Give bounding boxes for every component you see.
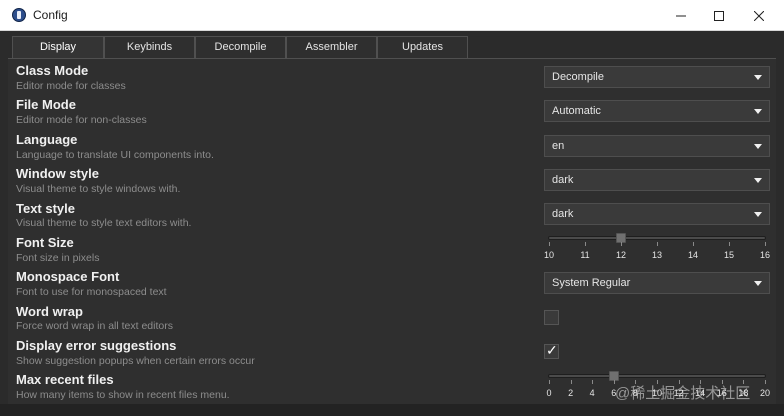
file-mode-value: Automatic <box>552 105 601 117</box>
language-value: en <box>552 140 565 152</box>
slider-tick-label: 0 <box>546 388 552 398</box>
slider-tick-label: 15 <box>723 250 735 260</box>
slider-tick-label: 16 <box>759 250 771 260</box>
slider-tick-label: 11 <box>580 250 590 260</box>
watermark: @稀土掘金技术社区 <box>615 385 751 402</box>
word-wrap-title: Word wrap <box>16 304 83 319</box>
error-suggestions-checkbox[interactable]: ✓ <box>544 342 559 359</box>
slider-tick-label: 20 <box>759 388 771 398</box>
slider-tick <box>693 242 694 246</box>
slider-tick <box>729 242 730 246</box>
window-style-desc: Visual theme to style windows with. <box>16 183 181 195</box>
max-recent-slider[interactable] <box>548 374 766 378</box>
language-desc: Language to translate UI components into… <box>16 149 214 161</box>
minimize-icon <box>676 15 686 16</box>
slider-tick <box>549 380 550 384</box>
slider-tick <box>657 242 658 246</box>
close-icon <box>754 10 764 21</box>
slider-tick-label: 14 <box>687 250 699 260</box>
font-size-desc: Font size in pixels <box>16 252 100 264</box>
slider-tick <box>585 242 586 246</box>
mono-font-desc: Font to use for monospaced text <box>16 286 167 298</box>
slider-tick <box>592 380 594 384</box>
file-mode-dropdown[interactable]: Automatic <box>544 100 770 122</box>
text-style-dropdown[interactable]: dark <box>544 203 770 225</box>
title-bar: Config <box>0 0 784 31</box>
text-style-desc: Visual theme to style text editors with. <box>16 217 192 229</box>
close-button[interactable] <box>736 0 782 31</box>
slider-tick <box>621 242 622 246</box>
error-suggestions-desc: Show suggestion popups when certain erro… <box>16 355 255 367</box>
tab-keybinds[interactable]: Keybinds <box>104 36 195 58</box>
chevron-down-icon <box>754 212 762 217</box>
chevron-down-icon <box>754 109 762 114</box>
window-style-title: Window style <box>16 166 99 181</box>
text-style-title: Text style <box>16 201 76 216</box>
window-title: Config <box>33 8 68 22</box>
word-wrap-checkbox[interactable] <box>544 310 559 325</box>
taskbar-strip <box>0 404 784 416</box>
tab-display[interactable]: Display <box>12 36 104 58</box>
class-mode-title: Class Mode <box>16 63 89 78</box>
chevron-down-icon <box>754 144 762 149</box>
file-mode-title: File Mode <box>16 97 76 112</box>
slider-tick-label: 10 <box>543 250 555 260</box>
mono-font-dropdown[interactable]: System Regular <box>544 272 770 294</box>
error-suggestions-title: Display error suggestions <box>16 338 177 353</box>
slider-tick-label: 13 <box>651 250 663 260</box>
mono-font-value: System Regular <box>552 277 631 289</box>
max-recent-desc: How many items to show in recent files m… <box>16 389 230 401</box>
chevron-down-icon <box>754 178 762 183</box>
font-size-slider[interactable] <box>548 236 766 240</box>
slider-tick <box>765 242 766 246</box>
window-style-dropdown[interactable]: dark <box>544 169 770 191</box>
slider-tick-label: 4 <box>589 388 595 398</box>
slider-tick <box>765 380 766 384</box>
tab-updates[interactable]: Updates <box>377 36 468 58</box>
tab-assembler[interactable]: Assembler <box>286 36 377 58</box>
mono-font-title: Monospace Font <box>16 269 120 284</box>
chevron-down-icon <box>754 75 762 80</box>
slider-tick-label: 2 <box>568 388 574 398</box>
slider-tick <box>549 242 550 246</box>
chevron-down-icon <box>754 281 762 286</box>
font-size-title: Font Size <box>16 235 74 250</box>
tab-decompile[interactable]: Decompile <box>195 36 286 58</box>
maximize-icon <box>714 10 724 21</box>
language-dropdown[interactable]: en <box>544 135 770 157</box>
text-style-value: dark <box>552 208 574 220</box>
slider-tick-label: 12 <box>615 250 627 260</box>
window-style-value: dark <box>552 174 574 186</box>
word-wrap-desc: Force word wrap in all text editors <box>16 320 173 332</box>
language-title: Language <box>16 132 78 147</box>
slider-tick <box>570 380 572 384</box>
class-mode-dropdown[interactable]: Decompile <box>544 66 770 88</box>
max-recent-title: Max recent files <box>16 372 114 387</box>
checkmark-icon: ✓ <box>546 342 558 358</box>
file-mode-desc: Editor mode for non-classes <box>16 114 147 126</box>
app-icon <box>12 8 26 22</box>
class-mode-desc: Editor mode for classes <box>16 80 126 92</box>
class-mode-value: Decompile <box>552 71 604 83</box>
tab-bar: Display Keybinds Decompile Assembler Upd… <box>8 36 768 58</box>
